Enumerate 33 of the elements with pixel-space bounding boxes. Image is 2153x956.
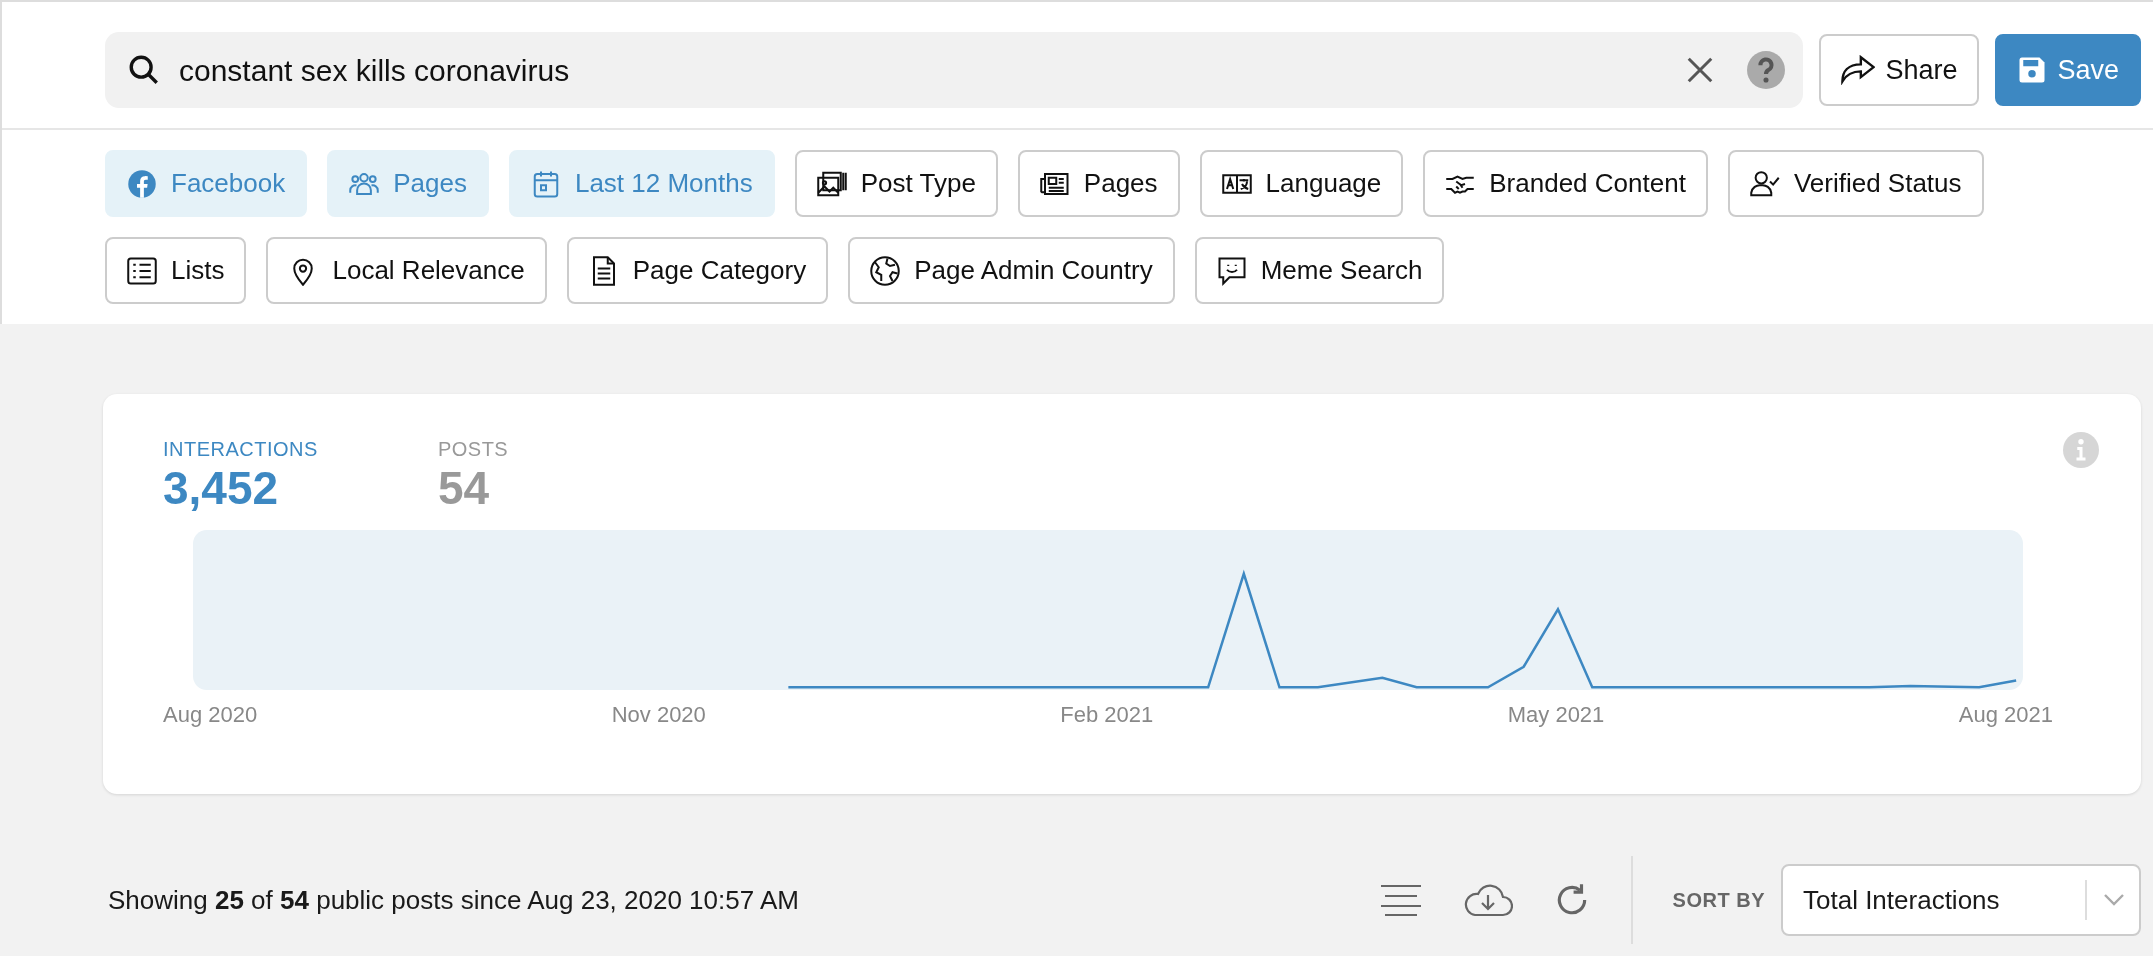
share-button[interactable]: Share bbox=[1819, 34, 1980, 106]
save-button[interactable]: Save bbox=[1995, 34, 2141, 106]
sort-label: SORT BY bbox=[1672, 888, 1765, 913]
search-field[interactable]: constant sex kills coronavirus bbox=[177, 46, 1670, 94]
search-bar[interactable]: constant sex kills coronavirus bbox=[105, 32, 1804, 108]
filter-chip[interactable]: Branded Content bbox=[1423, 150, 1708, 217]
axis-label: Nov 2020 bbox=[611, 701, 706, 730]
person-check-icon bbox=[1749, 168, 1780, 199]
sort-dropdown[interactable]: Total Interactions bbox=[1781, 864, 2141, 936]
share-arrow-icon bbox=[1841, 55, 1876, 85]
filter-chip[interactable]: Page Admin Country bbox=[848, 237, 1175, 304]
filter-chip[interactable]: Post Type bbox=[794, 150, 998, 217]
filter-chip[interactable]: Local Relevance bbox=[266, 237, 547, 304]
axis-label: Aug 2021 bbox=[1958, 701, 2053, 730]
filter-chip[interactable]: Pages bbox=[1017, 150, 1180, 217]
stat-tab[interactable]: INTERACTIONS 3,452 bbox=[163, 434, 318, 513]
filter-chip[interactable]: Page Category bbox=[566, 237, 829, 304]
globe-icon bbox=[870, 255, 901, 286]
facebook-icon bbox=[127, 168, 157, 199]
axis-label: Aug 2020 bbox=[163, 701, 258, 730]
axis-label: Feb 2021 bbox=[1060, 701, 1154, 730]
results-summary: Showing 25 of 54 public posts since Aug 23, 2020 10:57 AM bbox=[108, 883, 799, 917]
help-icon[interactable] bbox=[1747, 51, 1786, 89]
axis-label: May 2021 bbox=[1507, 701, 1605, 730]
filter-chip[interactable]: Language bbox=[1199, 150, 1404, 217]
search-icon bbox=[127, 53, 161, 87]
menu-icon[interactable] bbox=[1378, 883, 1423, 917]
chat-smile-icon bbox=[1216, 255, 1247, 286]
filter-chip[interactable]: Verified Status bbox=[1727, 150, 1984, 217]
chevron-down-icon bbox=[2103, 893, 2125, 907]
list-icon bbox=[127, 255, 157, 286]
filter-chip[interactable]: Lists bbox=[105, 237, 247, 304]
filter-chip[interactable]: Meme Search bbox=[1194, 237, 1445, 304]
